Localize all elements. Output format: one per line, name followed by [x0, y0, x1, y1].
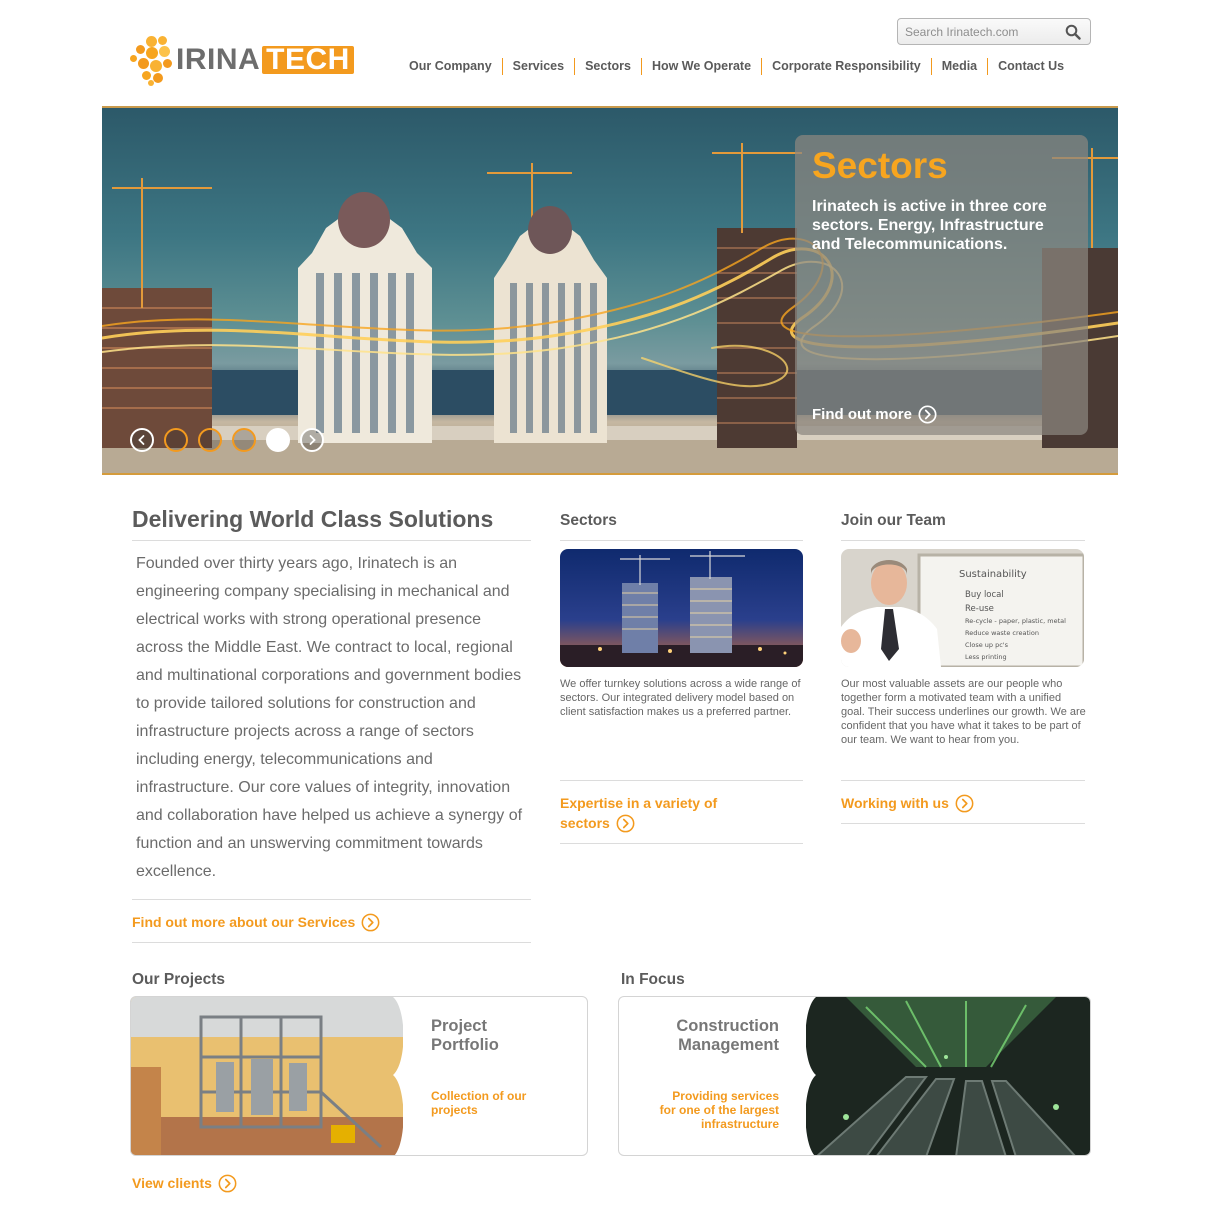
- team-title: Join our Team: [841, 512, 946, 529]
- chevron-left-icon: [138, 435, 145, 445]
- project-portfolio-image: [131, 997, 403, 1155]
- whiteboard-item-1: Buy local: [965, 590, 1004, 600]
- intro-title: Delivering World Class Solutions: [132, 506, 494, 532]
- working-with-us-label: Working with us: [841, 795, 949, 811]
- chevron-right-icon: [309, 435, 316, 445]
- services-link-label: Find out more about our Services: [132, 914, 356, 930]
- slider-dot-1[interactable]: [164, 428, 188, 452]
- divider: [132, 899, 531, 900]
- divider: [560, 540, 803, 541]
- search-input[interactable]: [905, 23, 1065, 41]
- whiteboard-item-6: Less printing: [965, 653, 1007, 661]
- intro-body: Founded over thirty years ago, Irinatech…: [136, 555, 523, 880]
- hero-text: Irinatech is active in three core sector…: [812, 198, 1047, 253]
- divider: [132, 942, 531, 943]
- hero-title: Sectors: [812, 145, 948, 186]
- project-portfolio-title: Project Portfolio: [431, 1017, 499, 1054]
- whiteboard-item-2: Re-use: [965, 604, 994, 614]
- hero-link-label: Find out more: [812, 406, 912, 423]
- sectors-image: [560, 549, 803, 667]
- divider: [841, 823, 1085, 824]
- construction-management-subtitle: Providing services for one of the larges…: [659, 1089, 779, 1131]
- nav-item-sectors[interactable]: Sectors: [574, 58, 641, 75]
- hero-caption-panel: Sectors Irinatech is active in three cor…: [795, 135, 1088, 435]
- nav-item-contact-us[interactable]: Contact Us: [987, 58, 1074, 75]
- projects-title: Our Projects: [132, 971, 226, 988]
- construction-management-card[interactable]: Construction Management Providing servic…: [618, 996, 1091, 1156]
- team-image: Sustainability Buy local Re-use Re-cycle…: [841, 549, 1084, 667]
- slider-controls: [130, 428, 334, 452]
- logo-text-irina: IRINA: [176, 43, 261, 76]
- circle-chevron-right-icon: [918, 405, 937, 424]
- hero-find-out-more-link[interactable]: Find out more: [812, 405, 937, 424]
- sectors-expertise-link[interactable]: Expertise in a variety of sectors: [560, 793, 717, 833]
- search-icon[interactable]: [1065, 24, 1081, 40]
- nav-item-services[interactable]: Services: [501, 58, 574, 75]
- circle-chevron-right-icon: [218, 1174, 237, 1192]
- nav-item-corporate-responsibility[interactable]: Corporate Responsibility: [761, 58, 931, 75]
- nav-item-media[interactable]: Media: [930, 58, 987, 75]
- whiteboard-item-5: Close up pc's: [965, 641, 1009, 649]
- slider-prev-button[interactable]: [130, 428, 154, 452]
- hero-slider: Sectors Irinatech is active in three cor…: [102, 106, 1118, 475]
- working-with-us-link[interactable]: Working with us: [841, 793, 974, 813]
- slider-dot-3[interactable]: [232, 428, 256, 452]
- sectors-link-line2: sectors: [560, 815, 610, 831]
- construction-management-image: [806, 997, 1090, 1155]
- view-clients-link[interactable]: View clients: [132, 1173, 237, 1193]
- nav-item-how-we-operate[interactable]: How We Operate: [640, 58, 761, 75]
- project-portfolio-subtitle: Collection of our projects: [431, 1089, 527, 1117]
- site-logo[interactable]: IRINA TECH: [128, 34, 360, 90]
- project-portfolio-card[interactable]: Project Portfolio Collection of our proj…: [130, 996, 588, 1156]
- services-link[interactable]: Find out more about our Services: [132, 912, 380, 932]
- sectors-link-line1: Expertise in a variety of: [560, 795, 718, 811]
- logo-text-tech: TECH: [262, 45, 354, 75]
- circle-chevron-right-icon: [361, 913, 380, 931]
- slider-dot-2[interactable]: [198, 428, 222, 452]
- construction-management-title: Construction Management: [676, 1017, 779, 1054]
- divider: [560, 780, 803, 781]
- focus-title: In Focus: [621, 971, 685, 988]
- slider-next-button[interactable]: [300, 428, 324, 452]
- main-nav: Our Company Services Sectors How We Oper…: [399, 58, 1074, 75]
- divider: [560, 843, 803, 844]
- divider: [841, 540, 1085, 541]
- sectors-title: Sectors: [560, 512, 617, 529]
- team-text: Our most valuable assets are our people …: [841, 678, 1086, 746]
- search-box: [897, 18, 1091, 45]
- circle-chevron-right-icon: [955, 794, 974, 812]
- nav-item-our-company[interactable]: Our Company: [399, 58, 502, 75]
- slider-dot-4-active[interactable]: [266, 428, 290, 452]
- whiteboard-item-3: Re-cycle - paper, plastic, metal: [965, 617, 1066, 625]
- divider: [841, 780, 1085, 781]
- whiteboard-item-4: Reduce waste creation: [965, 629, 1039, 637]
- logo-dots-icon: [128, 34, 176, 88]
- sectors-text: We offer turnkey solutions across a wide…: [560, 678, 801, 718]
- divider: [132, 540, 531, 541]
- whiteboard-heading: Sustainability: [959, 569, 1027, 580]
- circle-chevron-right-icon: [616, 814, 635, 832]
- view-clients-label: View clients: [132, 1175, 212, 1191]
